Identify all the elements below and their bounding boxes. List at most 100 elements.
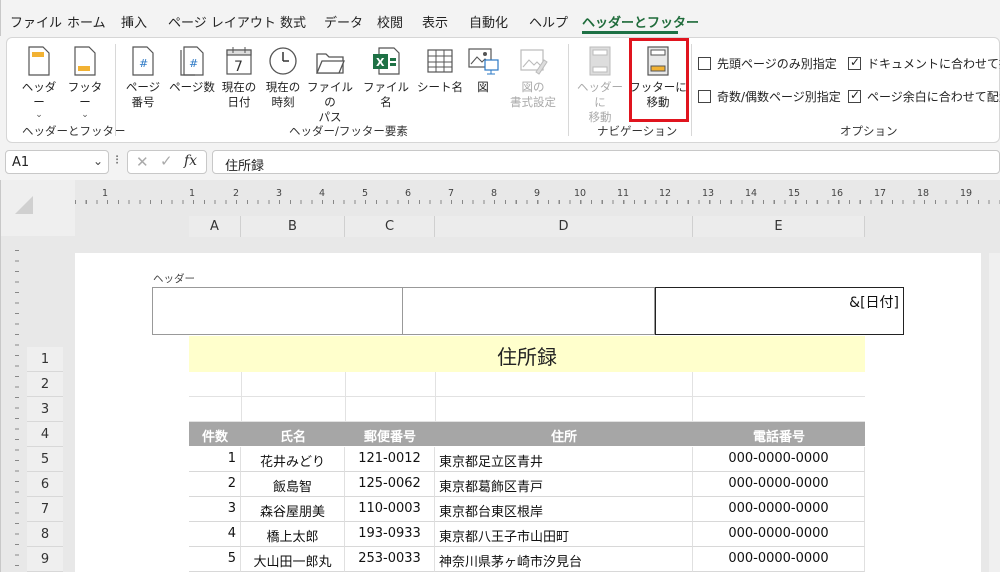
table-cell[interactable]: 橋上太郎 [241,522,345,547]
menu-insert[interactable]: 挿入 [121,12,147,31]
formula-input[interactable]: 住所録 [212,150,1000,174]
table-cell[interactable]: 000-0000-0000 [693,522,865,547]
align-page-margins-checkbox[interactable]: ページ余白に合わせて配置 [848,88,1000,105]
select-all-corner[interactable] [1,180,75,236]
table-cell[interactable]: 東京都足立区青井 [435,447,693,472]
more-options-icon[interactable]: ⁝ [115,153,119,168]
checkbox-checked[interactable] [848,55,861,70]
footer-page-icon [74,46,96,76]
table-cell[interactable]: 東京都八王子市山田町 [435,522,693,547]
group-separator [115,44,116,136]
row-header-4[interactable]: 4 [27,422,63,447]
row-header-8[interactable]: 8 [27,522,63,547]
cancel-icon[interactable]: ✕ [136,153,149,171]
row-header-2[interactable]: 2 [27,372,63,397]
header-button[interactable]: ヘッダー ⌄ [17,46,61,120]
chevron-down-icon[interactable]: ⌄ [93,154,103,168]
table-header-address[interactable]: 住所 [435,422,693,446]
ruler-ticks [75,200,1000,204]
menu-help[interactable]: ヘルプ [529,12,568,31]
table-cell[interactable]: 3 [189,497,241,522]
table-cell[interactable]: 000-0000-0000 [693,547,865,572]
current-date-button[interactable]: 7 現在の 日付 [219,46,259,110]
row-header-3[interactable]: 3 [27,397,63,422]
group-label-header-footer: ヘッダーとフッター [22,124,126,138]
column-header-e[interactable]: E [693,216,865,237]
menu-formulas[interactable]: 数式 [280,12,306,31]
menu-home[interactable]: ホーム [67,12,106,31]
row-header-7[interactable]: 7 [27,497,63,522]
table-cell[interactable]: 大山田一郎丸 [241,547,345,572]
table-cell[interactable]: 5 [189,547,241,572]
excel-file-icon: X [373,47,400,75]
different-odd-even-checkbox[interactable]: 奇数/偶数ページ別指定 [698,88,841,105]
checkbox-unchecked[interactable] [698,57,711,70]
table-cell[interactable]: 2 [189,472,241,497]
current-time-button[interactable]: 現在の 時刻 [263,46,303,110]
table-cell[interactable]: 4 [189,522,241,547]
column-header-b[interactable]: B [241,216,345,237]
select-all-triangle-icon [15,196,33,214]
row-header-6[interactable]: 6 [27,472,63,497]
title-cell[interactable]: 住所録 [189,336,865,372]
enter-check-icon[interactable]: ✓ [160,152,173,170]
menu-header-footer[interactable]: ヘッダーとフッター [582,12,699,31]
menu-data[interactable]: データ [324,12,363,31]
header-right-section[interactable]: &[日付] [655,287,904,335]
table-header-phone[interactable]: 電話番号 [693,422,865,446]
menu-review[interactable]: 校閲 [377,12,403,31]
different-first-page-checkbox[interactable]: 先頭ページのみ別指定 [698,55,837,72]
table-header-name[interactable]: 氏名 [241,422,345,446]
vertical-scrollbar[interactable] [989,253,1000,572]
table-cell[interactable]: 121-0012 [345,447,435,472]
page-count-button[interactable]: # ページ数 [167,46,217,95]
table-cell[interactable]: 193-0933 [345,522,435,547]
table-cell[interactable]: 神奈川県茅ヶ崎市汐見台 [435,547,693,572]
table-cell[interactable]: 253-0033 [345,547,435,572]
table-header-postal[interactable]: 郵便番号 [345,422,435,446]
footer-button[interactable]: フッター ⌄ [63,46,107,120]
row-header-9[interactable]: 9 [27,547,63,572]
table-header-count[interactable]: 件数 [189,422,241,446]
table-cell[interactable]: 東京都台東区根岸 [435,497,693,522]
table-cell[interactable]: 1 [189,447,241,472]
insert-function-icon[interactable]: fx [184,153,197,169]
checkbox-checked[interactable] [848,88,861,103]
column-header-a[interactable]: A [189,216,241,237]
table-cell[interactable]: 飯島智 [241,472,345,497]
name-box[interactable]: A1 ⌄ [5,150,109,174]
table-cell[interactable]: 森谷屋朋美 [241,497,345,522]
format-picture-button[interactable]: 図の 書式設定 [505,46,561,110]
scale-with-document-checkbox[interactable]: ドキュメントに合わせて拡大/ [848,55,1000,72]
table-cell[interactable]: 東京都葛飾区青戸 [435,472,693,497]
picture-button[interactable]: 図 [465,46,501,95]
table-cell[interactable]: 花井みどり [241,447,345,472]
menu-automate[interactable]: 自動化 [469,12,508,31]
header-center-section[interactable] [402,287,655,335]
table-cell[interactable]: 110-0003 [345,497,435,522]
table-cell[interactable]: 000-0000-0000 [693,497,865,522]
column-header-d[interactable]: D [435,216,693,237]
menu-page-layout[interactable]: ページ レイアウト [168,12,276,31]
table-cell[interactable]: 125-0062 [345,472,435,497]
file-path-button[interactable]: ファイルの パス [305,46,355,125]
table-cell[interactable]: 000-0000-0000 [693,447,865,472]
page-number-button[interactable]: # ページ 番号 [123,46,163,110]
header-left-section[interactable] [152,287,403,335]
page-number-icon: # [132,46,154,76]
goto-header-button[interactable]: ヘッダーに 移動 [573,46,627,125]
group-label-options: オプション [840,124,898,138]
row-header-5[interactable]: 5 [27,447,63,472]
svg-text:X: X [376,56,385,69]
row-header-1[interactable]: 1 [27,347,63,372]
worksheet-area: 1 1 2 3 4 5 6 7 8 9 10 11 12 13 14 15 16… [0,180,1000,572]
checkbox-unchecked[interactable] [698,90,711,103]
sheet-name-button[interactable]: シート名 [415,46,465,95]
menu-file[interactable]: ファイル [10,12,62,31]
clock-icon [269,47,297,75]
file-name-button[interactable]: X ファイル名 [359,46,413,110]
group-separator [691,44,692,136]
column-header-c[interactable]: C [345,216,435,237]
table-cell[interactable]: 000-0000-0000 [693,472,865,497]
menu-view[interactable]: 表示 [422,12,448,31]
